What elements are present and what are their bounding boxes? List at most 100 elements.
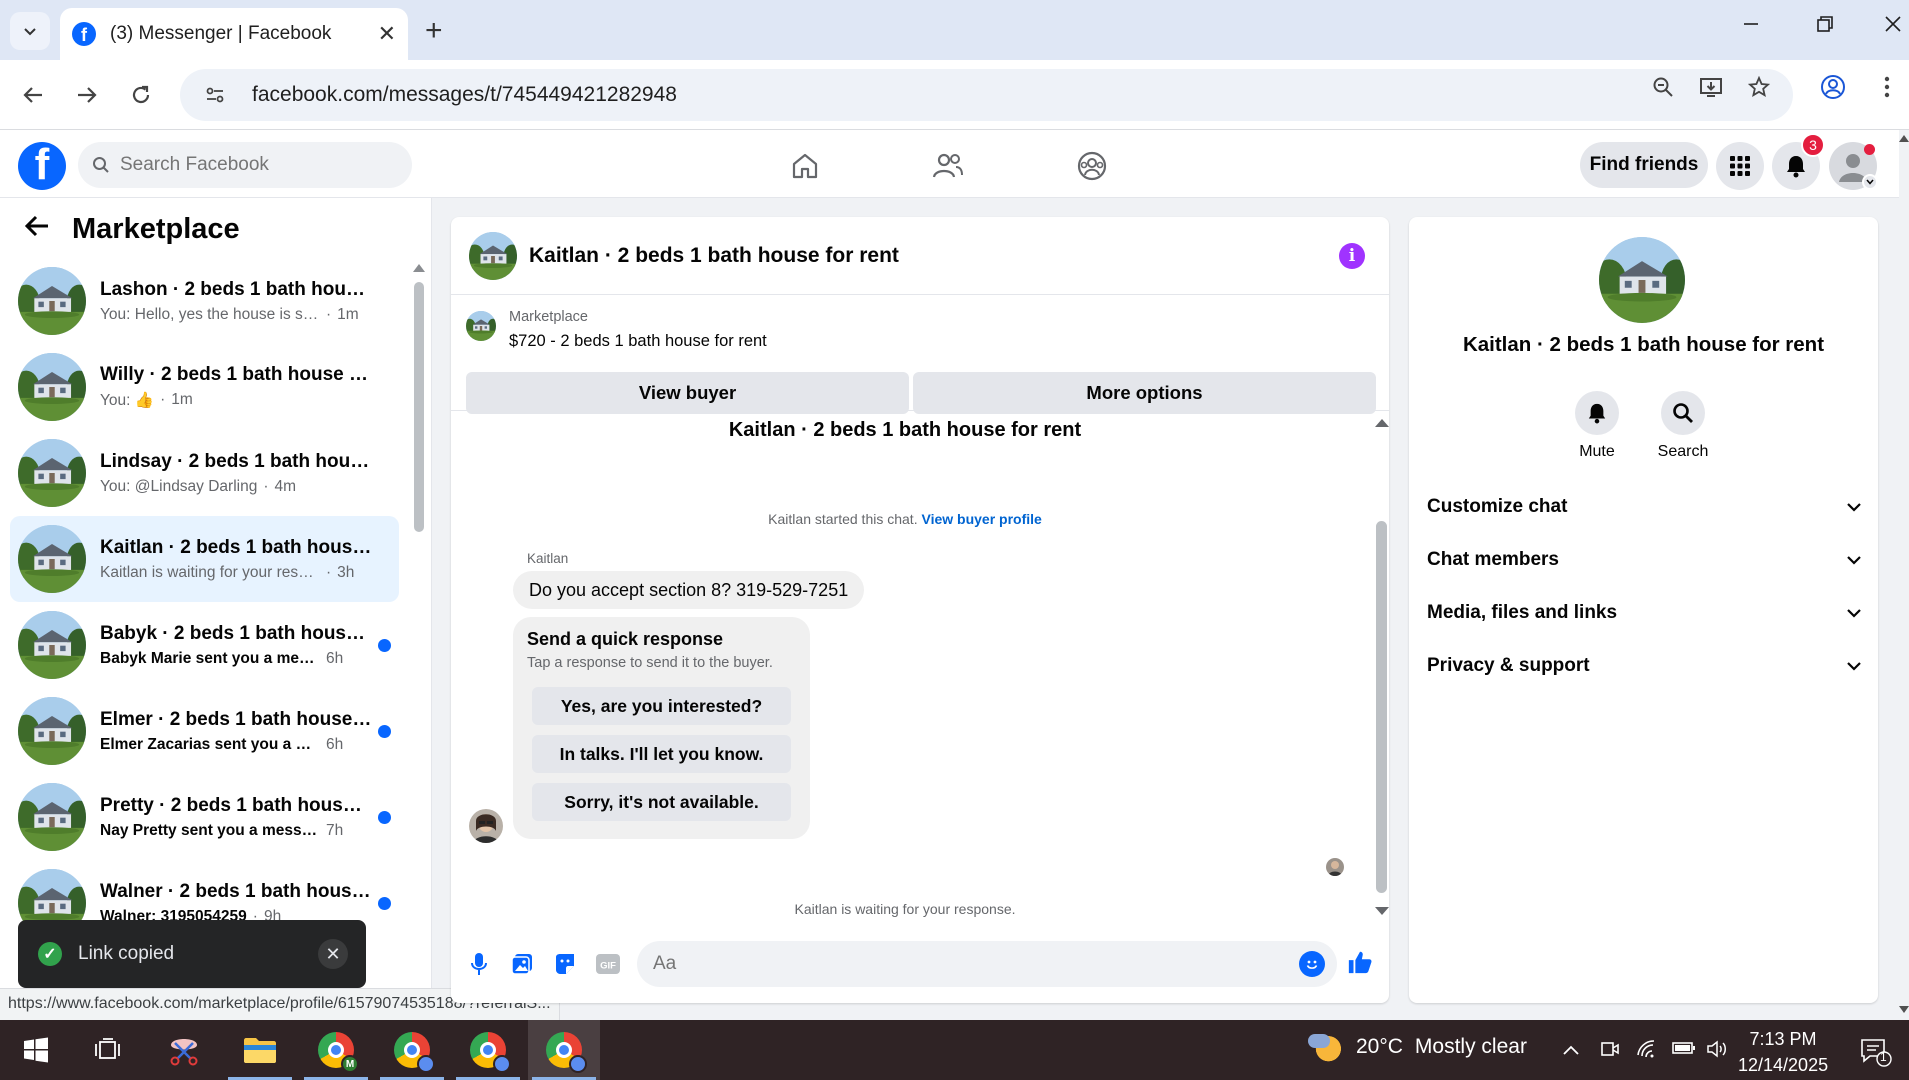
message-input[interactable]: [653, 953, 1253, 975]
emoji-icon[interactable]: [1299, 951, 1325, 977]
start-button[interactable]: [0, 1020, 72, 1080]
meet-now-icon[interactable]: [1600, 1039, 1620, 1065]
battery-icon[interactable]: [1672, 1039, 1696, 1062]
tab-close-icon[interactable]: ✕: [378, 21, 396, 47]
details-avatar[interactable]: [1599, 237, 1685, 323]
scroll-up-arrow[interactable]: [413, 264, 425, 272]
conversation-avatar[interactable]: [469, 231, 517, 280]
chat-row-pretty[interactable]: Pretty · 2 beds 1 bath house f... Nay Pr…: [10, 774, 399, 860]
chat-row-willy[interactable]: Willy · 2 beds 1 bath house for r... You…: [10, 344, 399, 430]
chat-list-scrollbar[interactable]: [414, 282, 424, 532]
chevron-down-icon: [24, 28, 36, 36]
friends-nav-button[interactable]: [928, 146, 968, 186]
marketplace-label: Marketplace: [509, 309, 588, 325]
more-options-button[interactable]: More options: [913, 372, 1376, 414]
incoming-message-bubble[interactable]: Do you accept section 8? 319-529-7251: [513, 571, 865, 609]
bookmark-star-icon[interactable]: [1746, 74, 1772, 100]
info-icon[interactable]: i: [1339, 243, 1365, 269]
privacy-support-section[interactable]: Privacy & support: [1427, 646, 1862, 686]
wifi-icon[interactable]: [1636, 1039, 1658, 1065]
reload-icon: [132, 85, 150, 104]
link-copied-toast: ✓ Link copied ✕: [18, 920, 366, 988]
volume-icon[interactable]: [1706, 1039, 1728, 1065]
url-text: facebook.com/messages/t/745449421282948: [252, 83, 677, 106]
restore-button[interactable]: [1816, 12, 1834, 40]
back-arrow-icon[interactable]: [24, 212, 50, 246]
scroll-down-arrow[interactable]: [1375, 907, 1389, 915]
microphone-icon[interactable]: [466, 951, 492, 977]
quick-response-option[interactable]: Yes, are you interested?: [532, 687, 791, 725]
quick-response-title: Send a quick response: [527, 629, 724, 649]
kebab-menu-icon[interactable]: [1874, 74, 1900, 100]
chrome-profile-m-app[interactable]: M: [300, 1020, 372, 1080]
account-chevron[interactable]: [1862, 174, 1878, 190]
site-info-icon[interactable]: [200, 80, 230, 110]
groups-nav-button[interactable]: [1072, 146, 1112, 186]
tab-search-button[interactable]: [10, 12, 50, 50]
photo-icon[interactable]: [509, 951, 535, 977]
sticker-icon[interactable]: [552, 951, 578, 977]
chat-name: Elmer · 2 beds 1 bath house fo...: [100, 708, 372, 730]
chat-row-elmer[interactable]: Elmer · 2 beds 1 bath house fo... Elmer …: [10, 688, 399, 774]
home-nav-button[interactable]: [785, 146, 825, 186]
marketplace-listing-bar: Marketplace $720 - 2 beds 1 bath house f…: [451, 295, 1389, 414]
facebook-search-input[interactable]: [120, 154, 380, 176]
media-files-links-section[interactable]: Media, files and links: [1427, 593, 1862, 633]
customize-chat-section[interactable]: Customize chat: [1427, 487, 1862, 527]
weather-widget[interactable]: 20°C Mostly clear: [1308, 1030, 1527, 1064]
file-explorer-app[interactable]: [224, 1020, 296, 1080]
unread-dot: [378, 639, 391, 652]
chat-row-lashon[interactable]: Lashon · 2 beds 1 bath house fo... You: …: [10, 258, 399, 344]
page-scroll-up-arrow[interactable]: [1899, 135, 1909, 142]
snipping-tool-app[interactable]: [148, 1020, 220, 1080]
clock-time: 7:13 PM: [1749, 1029, 1817, 1049]
new-tab-button[interactable]: +: [425, 14, 443, 48]
view-buyer-button[interactable]: View buyer: [466, 372, 909, 414]
thumbs-up-icon[interactable]: [1347, 949, 1373, 975]
zoom-icon[interactable]: [1650, 74, 1676, 100]
facebook-logo-icon[interactable]: f: [18, 142, 66, 190]
view-buyer-profile-link[interactable]: View buyer profile: [921, 511, 1041, 527]
page-scroll-down-arrow[interactable]: [1899, 1006, 1909, 1013]
chat-row-lindsay[interactable]: Lindsay · 2 beds 1 bath house fo... You:…: [10, 430, 399, 516]
task-view-button[interactable]: [72, 1020, 144, 1080]
profile-icon[interactable]: [1820, 74, 1846, 100]
mute-button[interactable]: Mute: [1557, 391, 1637, 461]
address-bar[interactable]: facebook.com/messages/t/745449421282948: [180, 69, 1793, 121]
minimize-button[interactable]: [1742, 12, 1760, 40]
gif-icon[interactable]: GIF: [595, 951, 621, 977]
quick-response-option[interactable]: In talks. I'll let you know.: [532, 735, 791, 773]
show-hidden-icons-button[interactable]: [1562, 1039, 1580, 1062]
groups-icon: [1077, 151, 1107, 181]
chat-row-kaitlan[interactable]: Kaitlan · 2 beds 1 bath house fo... Kait…: [10, 516, 399, 602]
menu-grid-button[interactable]: [1716, 142, 1764, 190]
close-window-button[interactable]: [1884, 12, 1902, 40]
taskbar-clock[interactable]: 7:13 PM 12/14/2025: [1738, 1026, 1828, 1078]
install-app-icon[interactable]: [1698, 74, 1724, 100]
scroll-up-arrow[interactable]: [1375, 419, 1389, 427]
message-input-box[interactable]: [637, 941, 1337, 987]
chrome-profile-3-app[interactable]: [452, 1020, 524, 1080]
find-friends-button[interactable]: Find friends: [1580, 142, 1708, 188]
listing-title[interactable]: $720 - 2 beds 1 bath house for rent: [509, 332, 767, 351]
notification-center-button[interactable]: 1: [1858, 1034, 1892, 1068]
chrome-profile-2-app[interactable]: [376, 1020, 448, 1080]
chrome-profile-4-app[interactable]: [528, 1020, 600, 1080]
browser-tab-messenger[interactable]: f (3) Messenger | Facebook ✕: [60, 8, 408, 60]
chat-members-section[interactable]: Chat members: [1427, 540, 1862, 580]
chat-time: 4m: [274, 477, 297, 495]
toast-close-icon[interactable]: ✕: [318, 939, 348, 969]
quick-response-option[interactable]: Sorry, it's not available.: [532, 783, 791, 821]
chevron-down-icon: [1847, 503, 1861, 512]
message-scrollbar[interactable]: [1376, 521, 1387, 893]
listing-thumbnail[interactable]: [466, 311, 496, 341]
reload-button[interactable]: [124, 78, 158, 112]
section-label: Customize chat: [1427, 496, 1568, 517]
sender-avatar[interactable]: [469, 809, 503, 843]
back-button[interactable]: [16, 78, 50, 112]
forward-button[interactable]: [70, 78, 104, 112]
conversation-title[interactable]: Kaitlan · 2 beds 1 bath house for rent: [529, 244, 899, 268]
search-in-chat-button[interactable]: Search: [1643, 391, 1723, 461]
chat-row-babyk[interactable]: Babyk · 2 beds 1 bath house f... Babyk M…: [10, 602, 399, 688]
facebook-search-box[interactable]: [78, 142, 412, 188]
